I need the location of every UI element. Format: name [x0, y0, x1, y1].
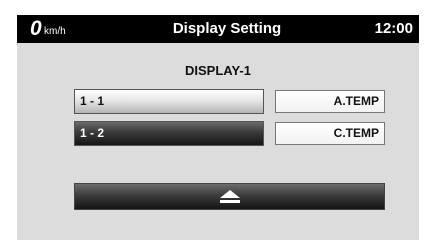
row-2-label: 1 - 2 — [80, 126, 105, 140]
row-2-value-button[interactable]: C.TEMP — [275, 122, 385, 145]
clock: 12:00 — [374, 20, 413, 37]
display-setting-screen: 0 km/h Display Setting 12:00 DISPLAY-1 1… — [17, 15, 419, 240]
row-1-button[interactable]: 1 - 1 — [74, 89, 264, 114]
speed-value: 0 — [30, 17, 42, 40]
speed-unit: km/h — [44, 26, 66, 37]
eject-icon — [220, 190, 240, 203]
row-1-value: A.TEMP — [333, 94, 379, 108]
display-heading: DISPLAY-1 — [185, 63, 251, 78]
screen-title: Display Setting — [172, 20, 282, 37]
row-1-value-button[interactable]: A.TEMP — [275, 90, 385, 113]
back-button[interactable] — [74, 183, 385, 210]
row-2-button[interactable]: 1 - 2 — [74, 121, 264, 146]
status-bar: 0 km/h Display Setting 12:00 — [17, 15, 419, 43]
row-1-label: 1 - 1 — [80, 94, 105, 108]
row-2-value: C.TEMP — [333, 126, 379, 140]
